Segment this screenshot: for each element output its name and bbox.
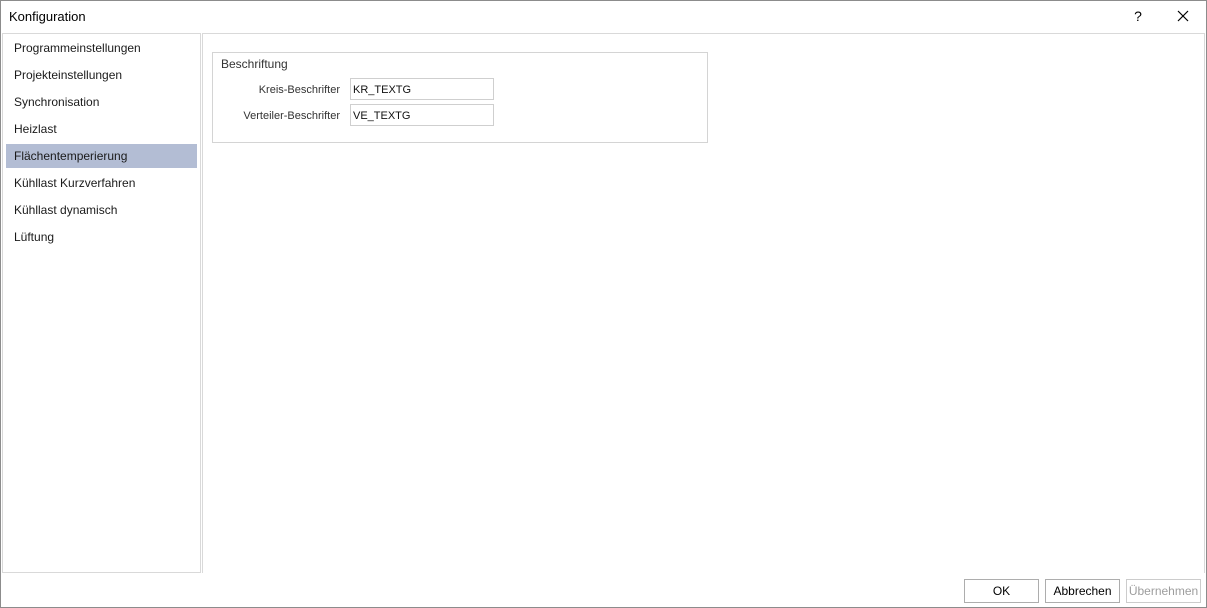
sidebar-item-flaechentemperierung[interactable]: Flächentemperierung bbox=[6, 144, 197, 168]
sidebar-item-programmeinstellungen[interactable]: Programmeinstellungen bbox=[6, 36, 197, 60]
close-button[interactable] bbox=[1163, 1, 1203, 31]
cancel-button[interactable]: Abbrechen bbox=[1045, 579, 1120, 603]
title-bar: Konfiguration ? bbox=[1, 1, 1206, 32]
close-icon bbox=[1177, 10, 1189, 22]
verteiler-beschrifter-input[interactable] bbox=[350, 104, 494, 126]
settings-panel: Beschriftung Kreis-Beschrifter Verteiler… bbox=[202, 33, 1205, 574]
sidebar-item-lueftung[interactable]: Lüftung bbox=[6, 225, 197, 249]
ok-button[interactable]: OK bbox=[964, 579, 1039, 603]
window-title: Konfiguration bbox=[9, 9, 86, 24]
category-list: Programmeinstellungen Projekteinstellung… bbox=[2, 33, 201, 573]
sidebar-item-heizlast[interactable]: Heizlast bbox=[6, 117, 197, 141]
sidebar-item-kuehllast-dynamisch[interactable]: Kühllast dynamisch bbox=[6, 198, 197, 222]
dialog-button-bar: OK Abbrechen Übernehmen bbox=[1, 573, 1206, 607]
kreis-beschrifter-input[interactable] bbox=[350, 78, 494, 100]
sidebar-item-kuehllast-kurzverfahren[interactable]: Kühllast Kurzverfahren bbox=[6, 171, 197, 195]
verteiler-beschrifter-label: Verteiler-Beschrifter bbox=[243, 110, 340, 122]
beschriftung-group: Beschriftung Kreis-Beschrifter Verteiler… bbox=[212, 52, 708, 143]
sidebar-item-projekteinstellungen[interactable]: Projekteinstellungen bbox=[6, 63, 197, 87]
question-mark-icon: ? bbox=[1134, 8, 1142, 24]
configuration-dialog: Konfiguration ? Programmeinstellungen Pr… bbox=[0, 0, 1207, 608]
apply-button[interactable]: Übernehmen bbox=[1126, 579, 1201, 603]
group-title: Beschriftung bbox=[221, 57, 288, 71]
sidebar-item-synchronisation[interactable]: Synchronisation bbox=[6, 90, 197, 114]
help-button[interactable]: ? bbox=[1122, 1, 1154, 31]
kreis-beschrifter-label: Kreis-Beschrifter bbox=[258, 84, 340, 96]
